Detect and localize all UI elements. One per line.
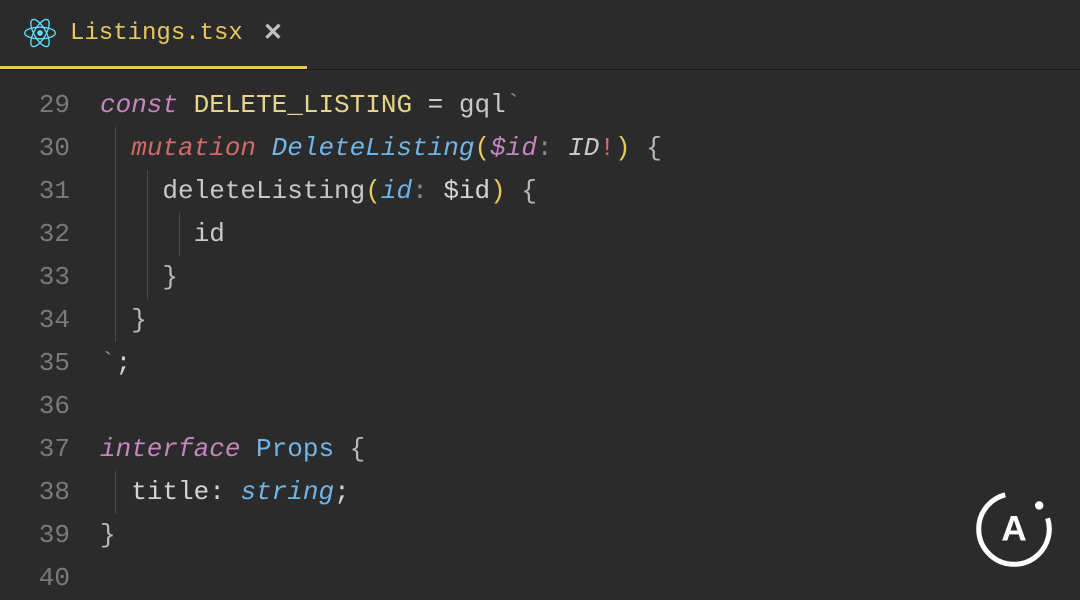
line-number: 34 — [0, 299, 70, 342]
code-line: mutation DeleteListing($id: ID!) { — [100, 127, 1080, 170]
tab-filename: Listings.tsx — [70, 20, 243, 47]
line-number: 31 — [0, 170, 70, 213]
tab-bar: Listings.tsx ✕ — [0, 0, 1080, 70]
code-content[interactable]: const DELETE_LISTING = gql` mutation Del… — [100, 84, 1080, 600]
close-icon[interactable]: ✕ — [263, 18, 283, 48]
code-line: interface Props { — [100, 428, 1080, 471]
line-number: 40 — [0, 557, 70, 600]
line-number: 32 — [0, 213, 70, 256]
code-line: id — [100, 213, 1080, 256]
tab-listings[interactable]: Listings.tsx ✕ — [0, 0, 307, 69]
react-icon — [24, 17, 56, 49]
code-line: } — [100, 256, 1080, 299]
logo-badge: A — [972, 487, 1056, 571]
line-number: 29 — [0, 84, 70, 127]
code-line: const DELETE_LISTING = gql` — [100, 84, 1080, 127]
code-line — [100, 385, 1080, 428]
line-number: 33 — [0, 256, 70, 299]
code-line: deleteListing(id: $id) { — [100, 170, 1080, 213]
code-line: `; — [100, 342, 1080, 385]
line-number: 35 — [0, 342, 70, 385]
line-number: 38 — [0, 471, 70, 514]
line-number: 30 — [0, 127, 70, 170]
code-line: title: string; — [100, 471, 1080, 514]
line-number: 36 — [0, 385, 70, 428]
line-number-gutter: 29 30 31 32 33 34 35 36 37 38 39 40 — [0, 84, 100, 600]
line-number: 39 — [0, 514, 70, 557]
code-editor[interactable]: 29 30 31 32 33 34 35 36 37 38 39 40 cons… — [0, 70, 1080, 600]
line-number: 37 — [0, 428, 70, 471]
code-line: } — [100, 299, 1080, 342]
code-line: } — [100, 514, 1080, 557]
svg-text:A: A — [1001, 510, 1026, 549]
